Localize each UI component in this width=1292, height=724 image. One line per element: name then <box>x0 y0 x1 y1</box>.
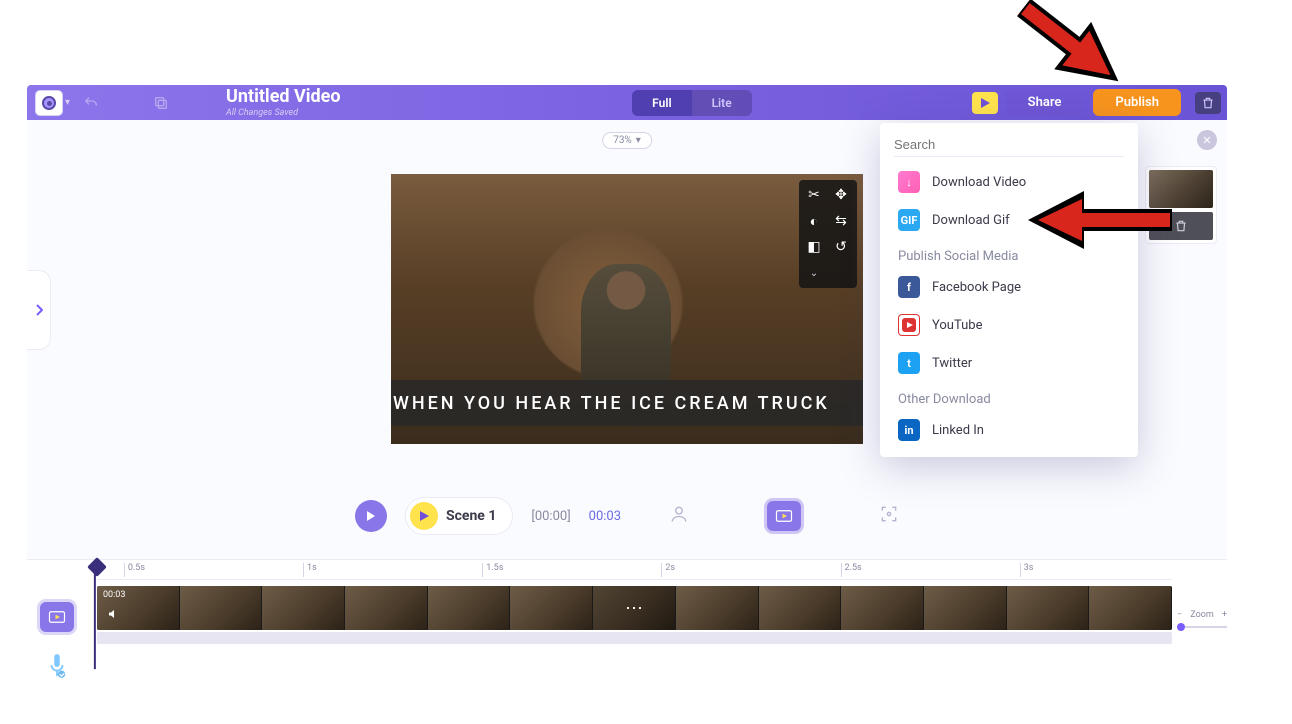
timeline-frame <box>1089 586 1172 630</box>
publish-option-icon: f <box>898 276 920 298</box>
ruler-tick: 2s <box>661 563 675 577</box>
zoom-plus-icon[interactable]: + <box>1222 610 1227 620</box>
swap-icon[interactable]: ⇆ <box>832 212 850 230</box>
timeline-frame <box>510 586 593 630</box>
title-block: Untitled Video All Changes Saved <box>226 88 341 118</box>
clip-time-badge: 00:03 <box>103 590 125 600</box>
annotation-arrow-download-gif <box>1024 185 1174 255</box>
ruler-tick: 2.5s <box>841 563 862 577</box>
video-subject-figure <box>581 264 671 384</box>
dd-social-list: f Facebook Page YouTube t Twitter <box>880 268 1138 382</box>
undo-button[interactable] <box>76 88 106 118</box>
timeline-frame <box>262 586 345 630</box>
publish-dropdown: ↓Download VideoGIFDownload Gif Publish S… <box>880 123 1138 457</box>
zoom-slider[interactable] <box>1177 626 1227 628</box>
timeline-video-chip[interactable] <box>40 602 74 632</box>
move-icon[interactable]: ✥ <box>832 186 850 204</box>
copy-button[interactable] <box>146 88 176 118</box>
timeline-frame <box>676 586 759 630</box>
publish-option-icon: GIF <box>898 209 920 231</box>
close-panel-button[interactable]: ✕ <box>1197 130 1217 150</box>
publish-option[interactable]: in Linked In <box>880 411 1138 449</box>
rotate-icon[interactable]: ↺ <box>832 238 850 256</box>
ruler-tick: 1.5s <box>482 563 503 577</box>
chevron-down-icon: ▾ <box>636 135 641 146</box>
timeline-frame <box>759 586 842 630</box>
scene-selector[interactable]: Scene 1 <box>405 497 513 535</box>
mode-full-button[interactable]: Full <box>632 90 691 116</box>
publish-option-icon: in <box>898 419 920 441</box>
timeline-ruler[interactable]: 0.5s 1s 1.5s 2s 2.5s 3s <box>97 560 1172 580</box>
video-stage[interactable]: ✂ ✥ ◐ ⇆ ◧ ↺ ⌄ WHEN YOU HEAR THE ICE CREA… <box>391 174 863 444</box>
caption-text: WHEN YOU HEAR THE ICE CREAM TRUCK <box>393 393 830 414</box>
focus-icon[interactable] <box>879 504 899 528</box>
video-chip-button[interactable] <box>767 501 801 531</box>
publish-option-label: YouTube <box>932 318 983 333</box>
timeline: 0.5s 1s 1.5s 2s 2.5s 3s 00:03 −Zoom + <box>27 560 1227 700</box>
time-start: [00:00] <box>531 509 570 524</box>
publish-option-label: Download Gif <box>932 213 1010 228</box>
project-title[interactable]: Untitled Video <box>226 88 341 106</box>
sidebar-expand-button[interactable] <box>27 270 51 350</box>
dd-section-other: Other Download <box>880 382 1138 411</box>
timeline-frame <box>924 586 1007 630</box>
contrast-icon[interactable]: ◐ <box>805 212 823 230</box>
scene-play-icon <box>410 502 438 530</box>
scene-label: Scene 1 <box>446 508 496 524</box>
play-button[interactable] <box>355 500 387 532</box>
playbar: Scene 1 [00:00] 00:03 <box>27 497 1227 535</box>
publish-option-icon <box>898 314 920 336</box>
app-logo[interactable] <box>35 90 63 116</box>
zoom-percent-label: 73% <box>613 135 632 146</box>
logo-dropdown-icon[interactable]: ▾ <box>65 97 70 108</box>
zoom-minus-icon[interactable]: − <box>1177 610 1182 620</box>
timeline-zoom-control[interactable]: −Zoom + <box>1177 610 1227 628</box>
publish-option-icon: t <box>898 352 920 374</box>
publish-option[interactable]: t Twitter <box>880 344 1138 382</box>
timeline-track[interactable] <box>97 586 1172 630</box>
annotation-arrow-publish <box>984 0 1124 105</box>
timeline-audio-track[interactable] <box>97 632 1172 644</box>
ruler-tick: 0.5s <box>124 563 145 577</box>
editor-mode-toggle: Full Lite <box>632 90 752 116</box>
timeline-frame <box>428 586 511 630</box>
timeline-left-tools <box>27 592 87 700</box>
ruler-tick: 1s <box>303 563 317 577</box>
publish-option[interactable]: YouTube <box>880 306 1138 344</box>
timeline-frame <box>1007 586 1090 630</box>
ruler-tick: 3s <box>1020 563 1034 577</box>
publish-option-label: Twitter <box>932 356 972 371</box>
stage-tool-strip: ✂ ✥ ◐ ⇆ ◧ ↺ ⌄ <box>799 180 857 288</box>
save-status: All Changes Saved <box>226 108 341 118</box>
mode-lite-button[interactable]: Lite <box>692 90 752 116</box>
dd-other-list: in Linked In <box>880 411 1138 449</box>
publish-search-input[interactable] <box>894 133 1124 157</box>
timeline-frame-more[interactable] <box>593 586 676 630</box>
timeline-frame <box>345 586 428 630</box>
caption-overlay[interactable]: WHEN YOU HEAR THE ICE CREAM TRUCK <box>391 380 863 426</box>
toolstrip-expand-icon[interactable]: ⌄ <box>805 264 823 282</box>
discard-button[interactable] <box>1195 92 1221 114</box>
publish-option[interactable]: f Facebook Page <box>880 268 1138 306</box>
publish-option-label: Facebook Page <box>932 280 1021 295</box>
microphone-button[interactable] <box>46 652 68 684</box>
publish-option-label: Download Video <box>932 175 1026 190</box>
zoom-label: Zoom <box>1190 610 1213 620</box>
timeline-frame <box>841 586 924 630</box>
cut-icon[interactable]: ✂ <box>805 186 823 204</box>
time-current: 00:03 <box>589 509 621 524</box>
mute-icon[interactable] <box>107 608 119 623</box>
half-icon[interactable]: ◧ <box>805 238 823 256</box>
publish-option-label: Linked In <box>932 423 984 438</box>
zoom-level-pill[interactable]: 73% ▾ <box>602 132 652 149</box>
publish-option-icon: ↓ <box>898 171 920 193</box>
timeline-frame <box>180 586 263 630</box>
character-icon[interactable] <box>669 504 689 528</box>
